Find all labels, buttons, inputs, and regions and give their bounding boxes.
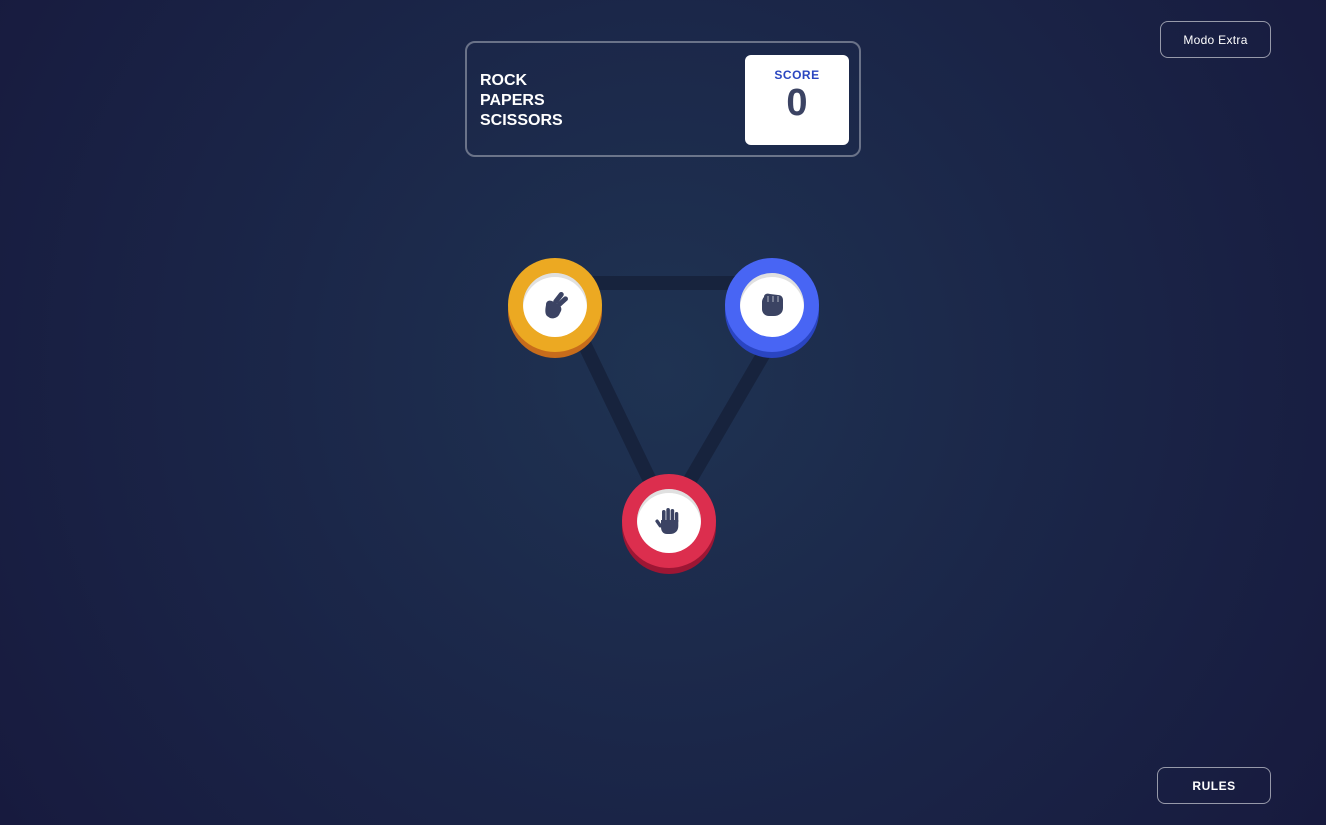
score-box: SCORE 0 — [745, 55, 849, 145]
score-label: SCORE — [774, 68, 820, 82]
score-value: 0 — [786, 82, 808, 124]
rock-token-face — [740, 273, 804, 337]
score-header: ROCK PAPERS SCISSORS SCORE 0 — [465, 41, 861, 157]
title-line-scissors: SCISSORS — [480, 112, 563, 129]
title-line-papers: PAPERS — [480, 92, 545, 109]
paper-hand-icon — [655, 508, 679, 534]
paper-token-button[interactable] — [622, 474, 716, 568]
scissors-token-face — [523, 273, 587, 337]
rock-token-button[interactable] — [725, 258, 819, 352]
rules-button[interactable]: RULES — [1157, 767, 1271, 804]
title-line-rock: ROCK — [480, 72, 528, 89]
game-title: ROCK PAPERS SCISSORS — [480, 71, 563, 131]
scissors-hand-icon — [545, 291, 568, 319]
paper-token-face — [637, 489, 701, 553]
extra-mode-button[interactable]: Modo Extra — [1160, 21, 1271, 58]
scissors-token-button[interactable] — [508, 258, 602, 352]
rock-fist-icon — [762, 293, 783, 316]
